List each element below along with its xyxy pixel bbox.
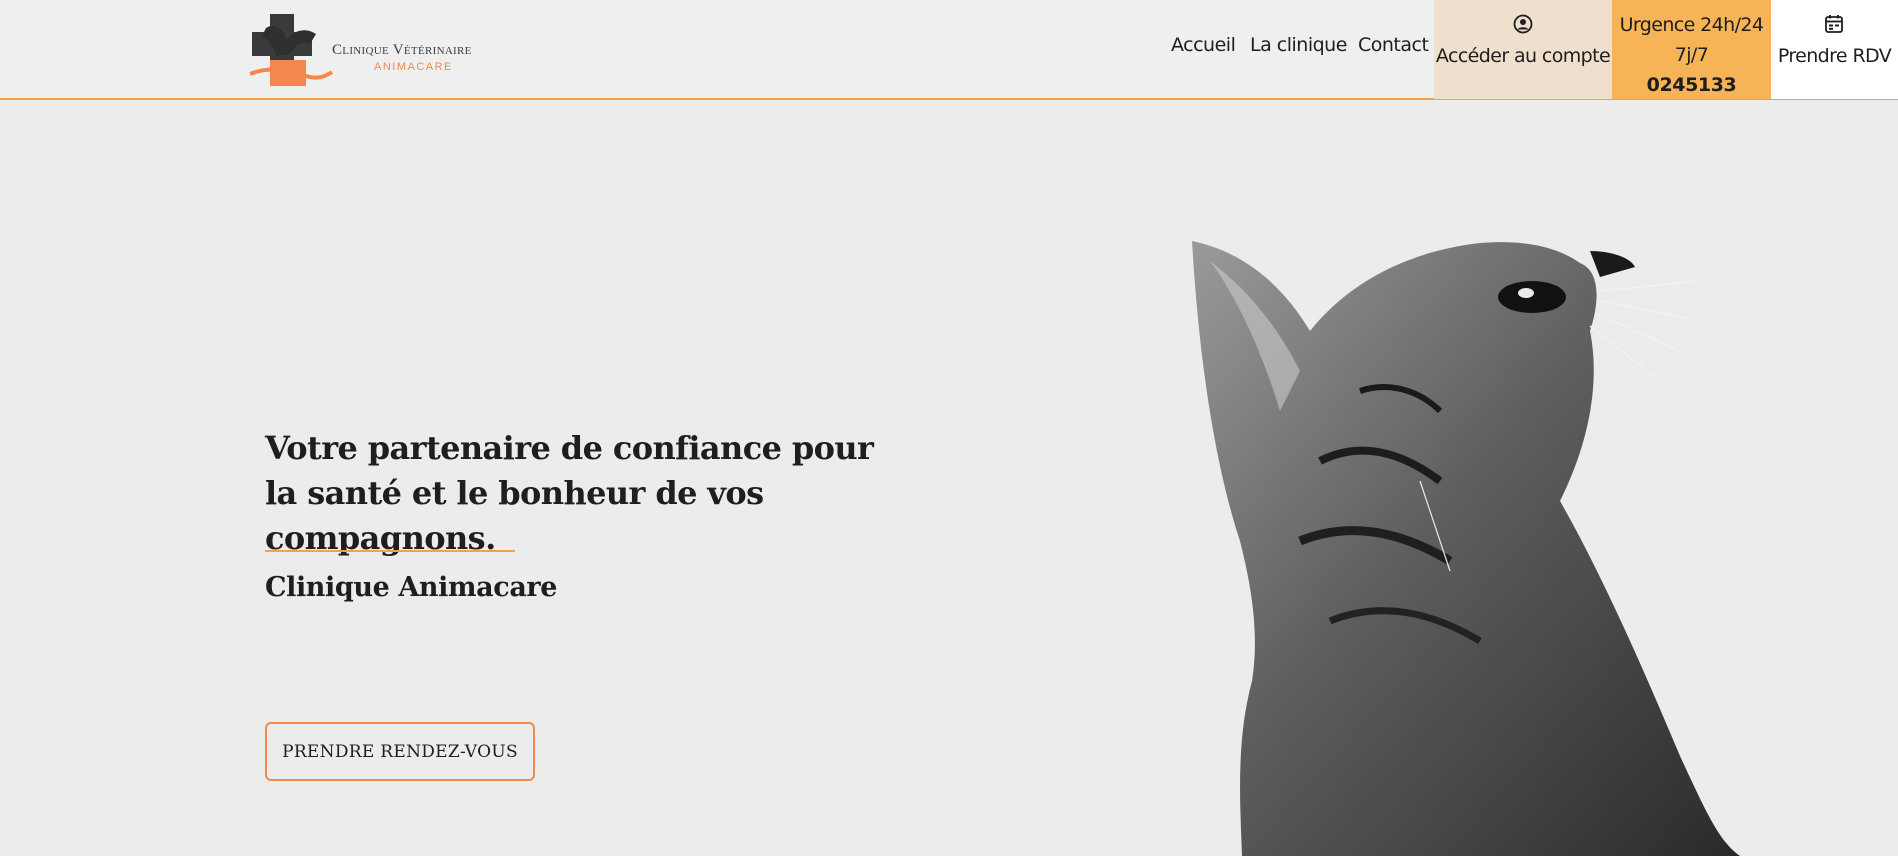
nav-accueil[interactable]: Accueil — [1171, 34, 1236, 56]
hero-subtitle: Clinique Animacare — [265, 572, 558, 603]
site-header: Clinique Vétérinaire ANIMACARE Accueil L… — [0, 0, 1898, 100]
nav-la-clinique[interactable]: La clinique — [1250, 34, 1347, 56]
logo-emblem-icon — [249, 14, 334, 86]
emergency-days: 7j/7 — [1674, 44, 1709, 66]
appointment-label: Prendre RDV — [1777, 45, 1892, 67]
account-label: Accéder au compte — [1435, 45, 1611, 67]
emergency-phone[interactable]: 0245133 — [1612, 74, 1771, 96]
hero-headline: Votre partenaire de confiance pour la sa… — [265, 429, 874, 557]
book-appointment-button[interactable]: PRENDRE RENDEZ-VOUS — [265, 722, 535, 781]
emergency-block[interactable]: Urgence 24h/24 7j/7 0245133 — [1612, 0, 1771, 99]
hero-section: Votre partenaire de confiance pour la sa… — [0, 101, 1898, 856]
logo-name: Clinique Vétérinaire — [332, 42, 472, 58]
clinic-logo[interactable]: Clinique Vétérinaire ANIMACARE — [248, 14, 498, 88]
hero-divider — [265, 550, 515, 552]
user-circle-icon — [1513, 14, 1533, 34]
nav-contact[interactable]: Contact — [1358, 34, 1429, 56]
logo-subtitle: ANIMACARE — [374, 61, 453, 73]
emergency-hours: Urgence 24h/24 — [1619, 14, 1764, 36]
cat-photo — [1192, 241, 1740, 856]
appointment-button[interactable]: Prendre RDV — [1771, 0, 1898, 99]
account-button[interactable]: Accéder au compte — [1434, 0, 1612, 99]
calendar-icon — [1825, 15, 1843, 33]
